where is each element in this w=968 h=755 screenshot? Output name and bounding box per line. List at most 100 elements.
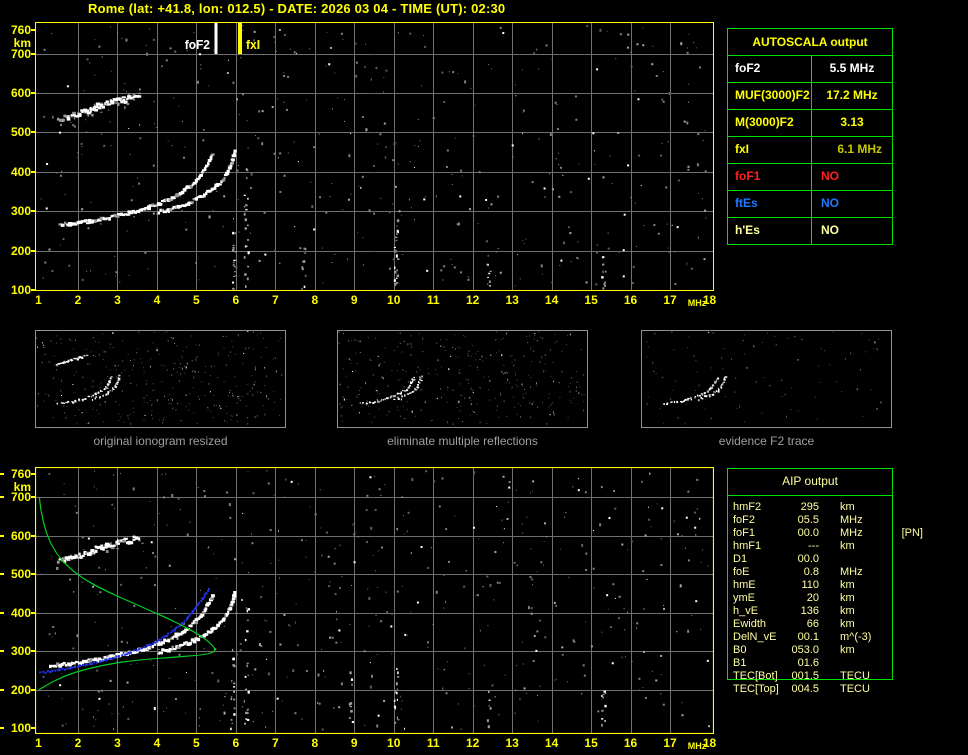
y-axis-edge-tick: [0, 496, 4, 499]
thumbnail-3: [641, 330, 892, 428]
thumbnail-canvas-3: [642, 331, 891, 427]
thumbnail-canvas-2: [338, 331, 587, 427]
parameter-note: [895, 670, 923, 683]
parameter-value: 110: [801, 579, 819, 591]
parameter-value: 00.0: [797, 553, 819, 565]
thumbnail-canvas-1: [36, 331, 285, 427]
thumbnail-2: [337, 330, 588, 428]
y-tick-label: 400: [10, 164, 31, 179]
aip-table-title: AIP output: [782, 474, 838, 488]
thumbnail-1: [35, 330, 286, 428]
x-tick-label: 17: [663, 736, 677, 750]
y-axis-tick: [31, 29, 35, 31]
parameter-value: 001.5: [791, 670, 819, 682]
parameter-unit: km: [840, 618, 855, 630]
aip-row-delnve: DelN_vE 00.1 m^(-3): [733, 631, 923, 644]
x-axis-unit-label: MHz: [687, 298, 707, 308]
parameter-unit: TECU: [840, 670, 870, 682]
x-tick-label: 13: [505, 293, 519, 307]
parameter-value: NO: [821, 196, 839, 210]
y-axis-tick: [31, 131, 35, 134]
parameter-value: 136: [800, 605, 819, 617]
y-axis-tick: [31, 573, 35, 576]
y-axis-edge-tick: [0, 650, 4, 653]
bottom-ionogram-canvas: [35, 467, 714, 734]
autoscala-window: Rome (lat: +41.8, lon: 012.5) - DATE: 20…: [0, 0, 968, 755]
aip-row-hmf1: hmF1 --- km: [733, 540, 923, 553]
autoscala-row-hes: h'Es NO: [728, 218, 892, 244]
parameter-unit: km: [840, 592, 855, 604]
parameter-value: 05.5: [797, 514, 819, 526]
aip-table-rows: hmF2 295 km foF2 05.5 MHz foF1 00.0 MHz [PN] hmF1 -…: [733, 501, 923, 696]
parameter-note: [895, 501, 923, 514]
parameter-value: 66: [806, 618, 819, 630]
x-tick-label: 8: [311, 293, 319, 307]
parameter-label: h'Es: [728, 218, 812, 244]
aip-row-ewidth: Ewidth 66 km: [733, 618, 923, 631]
parameter-unit: km: [840, 540, 855, 552]
autoscala-row-muf3000f2: MUF(3000)F2 17.2 MHz: [728, 83, 892, 110]
parameter-unit: [819, 657, 895, 670]
parameter-label: hmF1: [733, 540, 762, 552]
y-axis-edge-tick: [0, 534, 4, 537]
y-axis-tick: [31, 688, 35, 691]
top-ionogram-canvas: [35, 22, 714, 291]
x-tick-label: 14: [544, 293, 559, 307]
y-axis-edge-tick: [0, 727, 4, 729]
parameter-value: 6.1 MHz: [837, 142, 882, 156]
x-tick-label: 9: [350, 736, 358, 750]
x-tick-label: 4: [153, 736, 161, 750]
y-axis-tick: [31, 170, 35, 173]
x-tick-label: 3: [114, 293, 121, 307]
parameter-label: fxI: [728, 137, 812, 163]
x-tick-label: 11: [426, 736, 440, 750]
thumbnail-caption: eliminate multiple reflections: [387, 434, 538, 448]
autoscala-table-rows: foF2 5.5 MHz MUF(3000)F2 17.2 MHz M(3000)F2 3…: [728, 56, 892, 244]
x-tick-label: 4: [153, 293, 161, 307]
parameter-label: D1: [733, 553, 748, 565]
autoscala-table-title: AUTOSCALA output: [728, 29, 892, 56]
x-tick-label: 14: [544, 736, 559, 750]
aip-title-divider: [728, 495, 892, 496]
parameter-note: [895, 657, 923, 670]
parameter-label: B1: [733, 657, 747, 669]
y-axis-edge-tick: [0, 573, 4, 576]
y-axis-tick: [31, 727, 35, 729]
y-axis-tick: [31, 52, 35, 55]
x-tick-label: 5: [193, 293, 200, 307]
parameter-label: foF1: [733, 527, 756, 539]
parameter-unit: MHz: [840, 527, 863, 539]
parameter-note: [895, 631, 923, 644]
parameter-note: [895, 683, 923, 696]
parameter-label: foF1: [728, 164, 812, 190]
parameter-label: foF2: [733, 514, 756, 526]
y-axis-tick: [31, 249, 35, 252]
autoscala-output-table: AUTOSCALA output foF2 5.5 MHz MUF(3000)F2 1…: [727, 28, 893, 245]
parameter-value: ---: [808, 540, 819, 552]
y-axis-tick: [31, 534, 35, 537]
autoscala-row-ftes: ftEs NO: [728, 191, 892, 218]
x-tick-label: 3: [114, 736, 121, 750]
parameter-unit: km: [840, 605, 855, 617]
thumbnail-caption: original ionogram resized: [93, 434, 228, 448]
y-tick-label: 300: [10, 204, 31, 219]
parameter-value: 053.0: [791, 644, 819, 656]
y-tick-label: 100: [10, 721, 31, 735]
y-axis-edge-tick: [0, 611, 4, 614]
parameter-unit: TECU: [840, 683, 870, 695]
parameter-label: ymE: [733, 592, 755, 604]
x-tick-label: 7: [271, 736, 279, 750]
x-tick-label: 6: [232, 736, 240, 750]
parameter-unit: MHz: [840, 566, 863, 578]
autoscala-row-fxi: fxI 6.1 MHz: [728, 137, 892, 164]
autoscala-row-m3000f2: M(3000)F2 3.13: [728, 110, 892, 137]
parameter-value: 00.0: [797, 527, 819, 539]
parameter-unit: km: [840, 579, 855, 591]
parameter-value: NO: [821, 223, 839, 237]
x-tick-label: 15: [584, 736, 598, 750]
aip-row-foe: foE 0.8 MHz: [733, 566, 923, 579]
parameter-unit: MHz: [840, 514, 863, 526]
aip-row-fof1: foF1 00.0 MHz [PN]: [733, 527, 923, 540]
parameter-note: [895, 514, 923, 527]
x-tick-label: 13: [505, 736, 519, 750]
